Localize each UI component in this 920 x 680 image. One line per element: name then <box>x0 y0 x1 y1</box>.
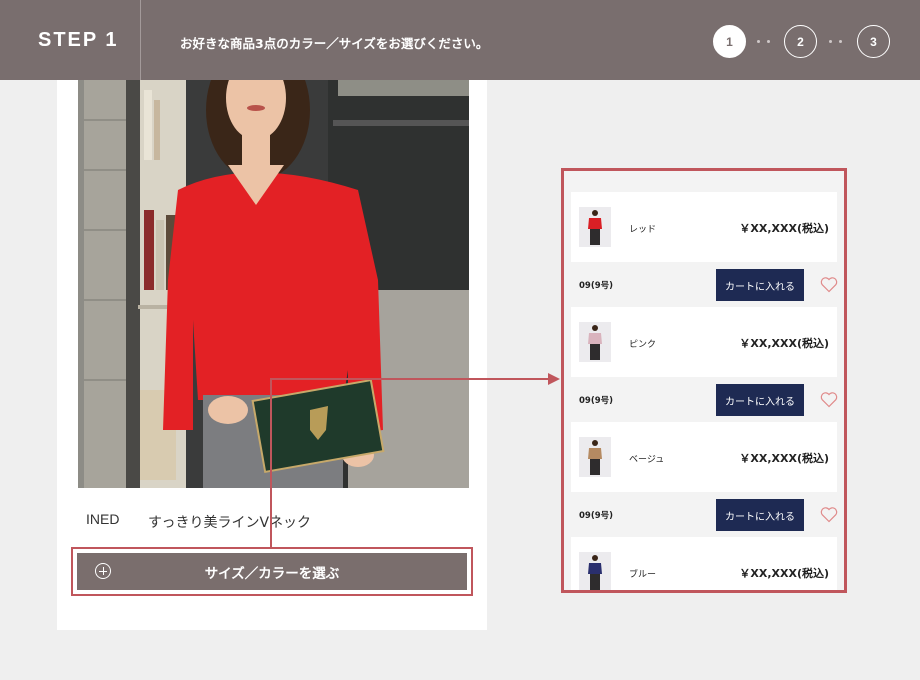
plus-circle-icon <box>95 563 111 579</box>
size-label: 09(9号) <box>579 396 614 406</box>
thumbnail-image <box>579 322 611 362</box>
product-photo[interactable] <box>78 80 469 488</box>
variant-row: ブルー ￥XX,XXX(税込) <box>571 537 837 590</box>
thumbnail-image <box>579 437 611 477</box>
size-label: 09(9号) <box>579 281 614 291</box>
step-indicator-1: 1 <box>713 25 746 58</box>
add-to-cart-button[interactable]: カートに入れる <box>716 499 804 531</box>
variant-price: ￥XX,XXX(税込) <box>739 452 829 465</box>
size-row: 09(9号) カートに入れる <box>571 262 838 307</box>
select-button-label: サイズ／カラーを選ぶ <box>204 565 340 582</box>
size-row: 09(9号) カートに入れる <box>571 492 838 537</box>
select-button-highlight: サイズ／カラーを選ぶ <box>71 547 473 596</box>
heart-icon[interactable] <box>820 391 838 408</box>
add-to-cart-button[interactable]: カートに入れる <box>716 269 804 301</box>
add-to-cart-button[interactable]: カートに入れる <box>716 384 804 416</box>
header-divider <box>140 0 141 80</box>
heart-icon[interactable] <box>820 506 838 523</box>
heart-icon[interactable] <box>820 276 838 293</box>
product-brand: INED <box>86 511 120 527</box>
variant-price: ￥XX,XXX(税込) <box>739 567 829 580</box>
step-header: STEP 1 お好きな商品3点のカラー／サイズをお選びください。 1 2 3 <box>0 0 920 80</box>
variant-thumbnail <box>579 322 611 362</box>
step-title: STEP 1 <box>38 29 119 51</box>
variant-color-name: ベージュ <box>629 455 665 465</box>
model-photo-image <box>78 80 469 488</box>
variant-list-panel: レッド ￥XX,XXX(税込) 09(9号) カートに入れる ピンク ￥XX,X… <box>561 168 847 593</box>
variant-row: ピンク ￥XX,XXX(税込) <box>571 307 837 377</box>
thumbnail-image <box>579 552 611 590</box>
variant-row: レッド ￥XX,XXX(税込) <box>571 192 837 262</box>
variant-row: ベージュ ￥XX,XXX(税込) <box>571 422 837 492</box>
variant-color-name: ブルー <box>629 570 657 580</box>
step-dots <box>829 40 842 43</box>
variant-price: ￥XX,XXX(税込) <box>739 337 829 350</box>
product-name: すっきり美ラインVネック <box>148 515 312 531</box>
variant-color-name: ピンク <box>629 340 657 350</box>
variant-price: ￥XX,XXX(税込) <box>739 222 829 235</box>
variant-thumbnail <box>579 437 611 477</box>
step-dots <box>757 40 770 43</box>
size-row: 09(9号) カートに入れる <box>571 377 838 422</box>
variant-thumbnail <box>579 207 611 247</box>
product-card: INED すっきり美ラインVネック サイズ／カラーを選ぶ <box>57 80 487 630</box>
step-instruction: お好きな商品3点のカラー／サイズをお選びください。 <box>180 36 489 51</box>
size-label: 09(9号) <box>579 511 614 521</box>
variant-thumbnail <box>579 552 611 590</box>
select-size-color-button[interactable]: サイズ／カラーを選ぶ <box>77 553 467 590</box>
step-indicator-3: 3 <box>857 25 890 58</box>
variant-color-name: レッド <box>629 225 657 235</box>
step-indicator-2: 2 <box>784 25 817 58</box>
thumbnail-image <box>579 207 611 247</box>
